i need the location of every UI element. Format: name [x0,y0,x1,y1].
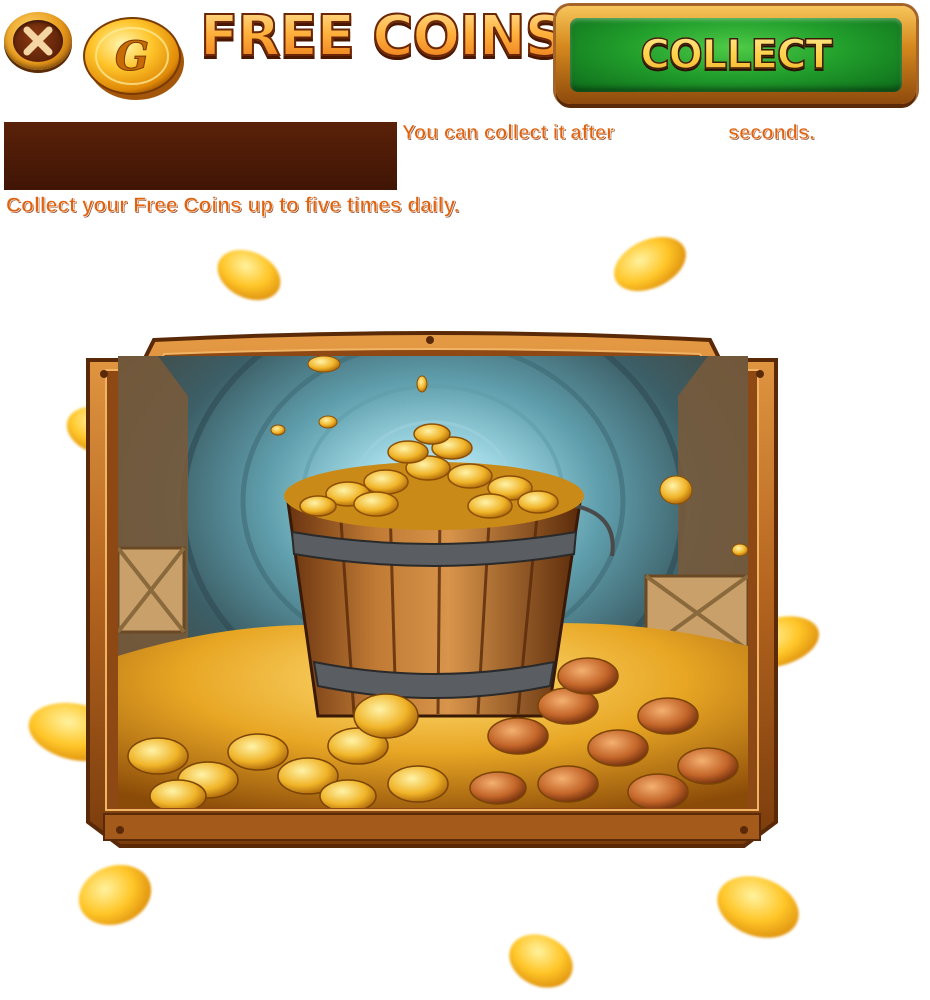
floating-coin [209,240,289,310]
daily-limit-message: Collect your Free Coins up to five times… [6,194,460,218]
countdown-message: You can collect it after [402,122,615,145]
close-x-icon [23,26,53,56]
floating-coin [708,865,808,949]
coin-letter: G [115,33,149,80]
close-button[interactable] [4,12,72,70]
floating-coin [70,855,160,935]
free-coins-screen: G FREE COINS COLLECT You can collect it … [0,0,930,1000]
countdown-bar [4,122,397,190]
collect-button[interactable]: COLLECT [556,6,916,104]
gold-coin-g-icon: G [83,17,184,100]
floating-coin [605,226,695,302]
collect-button-label: COLLECT [570,18,902,92]
bucket-of-gold-coins-illustration [118,356,748,808]
countdown-seconds-label: seconds. [728,122,815,145]
page-title: FREE COINS [199,2,566,72]
floating-coin [500,924,582,998]
